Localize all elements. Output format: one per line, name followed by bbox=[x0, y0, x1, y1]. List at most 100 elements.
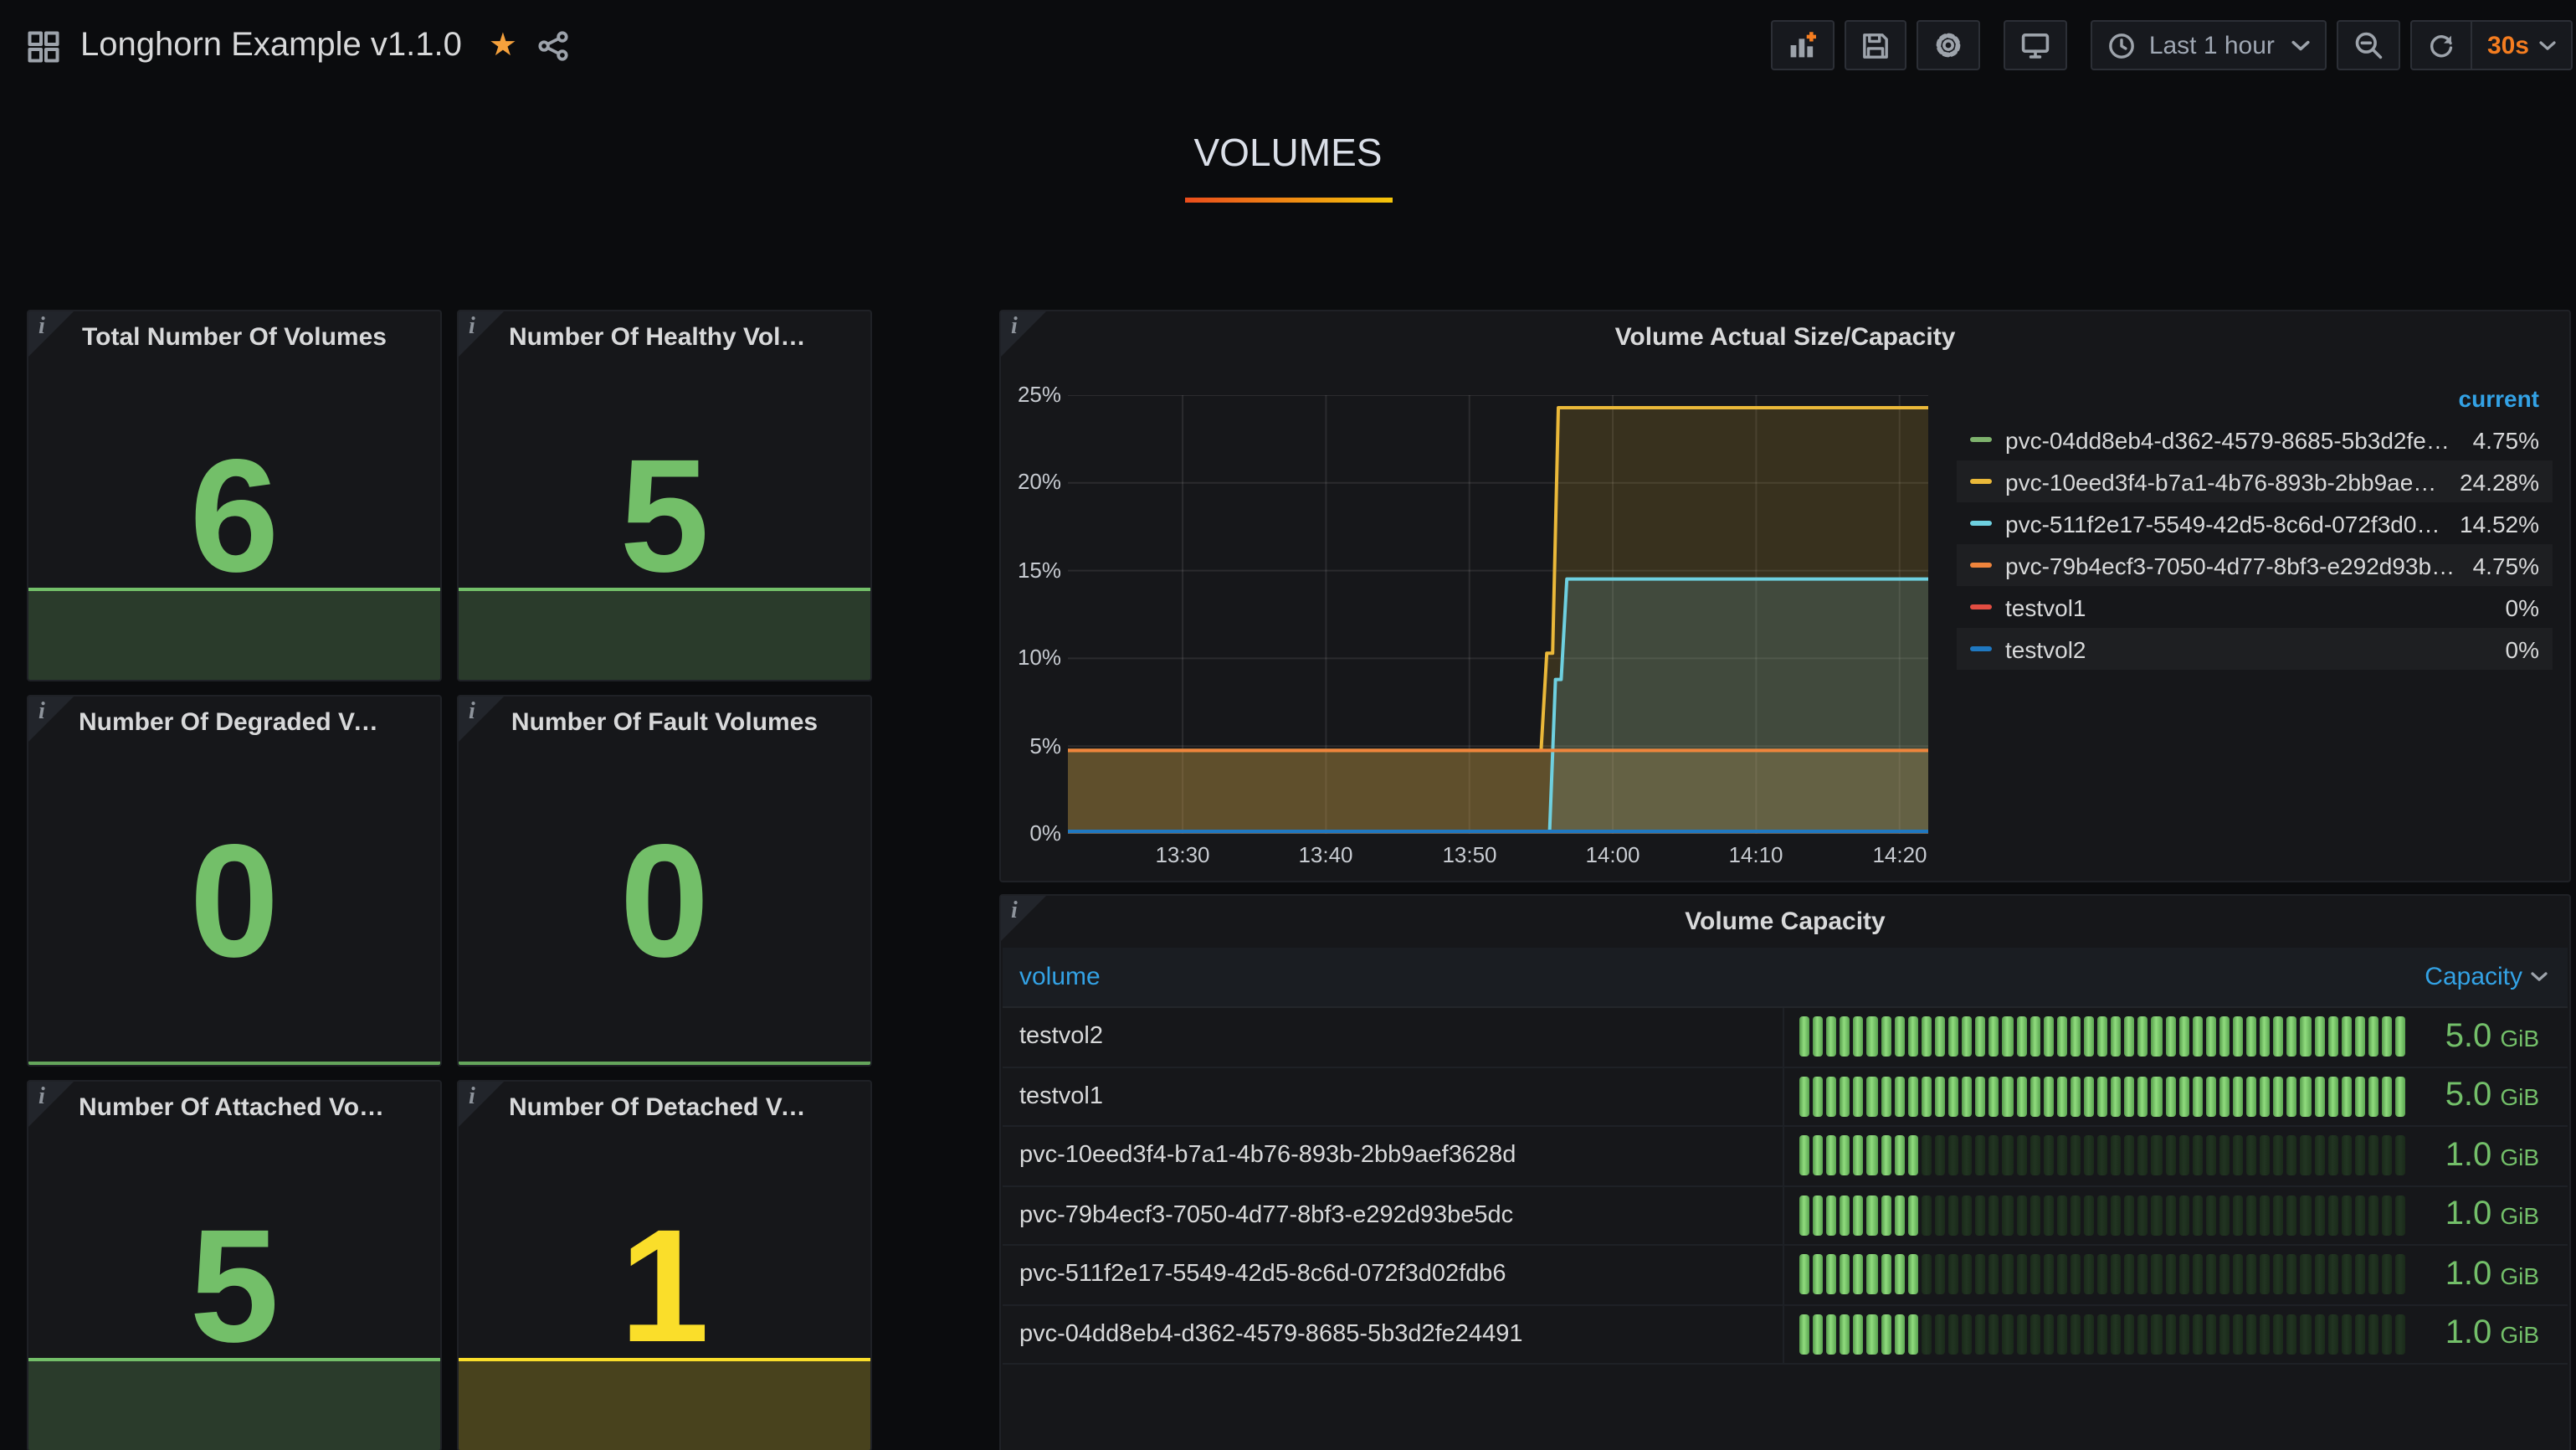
add-panel-button[interactable] bbox=[1771, 20, 1835, 70]
stat-panels-grid: Total Number Of Volumes 6 i Number Of He… bbox=[27, 310, 872, 1450]
panel-info-icon[interactable]: i bbox=[1001, 311, 1046, 357]
row-title[interactable]: VOLUMES bbox=[1194, 131, 1383, 176]
apps-grid-icon[interactable] bbox=[27, 29, 60, 63]
share-icon[interactable] bbox=[537, 30, 569, 62]
panel-info-icon[interactable]: i bbox=[28, 311, 74, 357]
x-axis-tick: 13:50 bbox=[1416, 842, 1523, 867]
time-series-chart[interactable] bbox=[1068, 395, 1928, 834]
y-axis-tick: 20% bbox=[1006, 469, 1061, 494]
column-header-label: Capacity bbox=[2425, 963, 2522, 991]
x-axis-tick: 13:30 bbox=[1129, 842, 1236, 867]
series-color-dash bbox=[1970, 437, 1992, 442]
panel-title[interactable]: Number Of Detached Volumes… bbox=[509, 1093, 820, 1122]
settings-gear-icon[interactable] bbox=[1917, 20, 1980, 70]
panel-title[interactable]: Volume Actual Size/Capacity bbox=[1051, 323, 2519, 352]
panel-info-icon[interactable]: i bbox=[28, 697, 74, 742]
x-axis-tick: 13:40 bbox=[1272, 842, 1379, 867]
legend-item: pvc-79b4ecf3-7050-4d77-8bf3-e292d93be5dc… bbox=[1957, 544, 2553, 586]
y-axis-tick: 5% bbox=[1006, 733, 1061, 758]
refresh-button[interactable] bbox=[2412, 22, 2471, 69]
column-header-volume[interactable]: volume bbox=[1003, 963, 1783, 991]
y-axis-tick: 15% bbox=[1006, 558, 1061, 583]
volume-name: pvc-511f2e17-5549-42d5-8c6d-072f3d02fdb6 bbox=[1003, 1262, 1783, 1288]
series-current-value: 4.75% bbox=[2473, 426, 2539, 453]
stat-panel-attached-volumes: Number Of Attached Volumes 5 i bbox=[27, 1080, 442, 1450]
y-axis-tick: 0% bbox=[1006, 820, 1061, 846]
save-dashboard-button[interactable] bbox=[1845, 20, 1906, 70]
chevron-down-icon bbox=[2539, 39, 2556, 51]
sparkline bbox=[459, 1062, 870, 1065]
legend-item: pvc-511f2e17-5549-42d5-8c6d-072f3d02fdb6… bbox=[1957, 502, 2553, 544]
x-axis-tick: 14:20 bbox=[1846, 842, 1953, 867]
volume-name: pvc-04dd8eb4-d362-4579-8685-5b3d2fe24491 bbox=[1003, 1321, 1783, 1348]
sparkline bbox=[28, 1062, 440, 1065]
panel-info-icon[interactable]: i bbox=[459, 311, 504, 357]
series-color-dash bbox=[1970, 479, 1992, 484]
stat-panel-degraded-volumes: Number Of Degraded Volumes… 0 i bbox=[27, 695, 442, 1067]
tv-mode-button[interactable] bbox=[2004, 20, 2067, 70]
volume-name: pvc-79b4ecf3-7050-4d77-8bf3-e292d93be5dc bbox=[1003, 1202, 1783, 1229]
table-header-row: volume Capacity bbox=[1003, 948, 2568, 1008]
capacity-value: 1.0GiB bbox=[2405, 1256, 2568, 1294]
stat-value: 5 bbox=[190, 1207, 280, 1368]
sort-chevron-icon bbox=[2531, 971, 2548, 983]
panel-title[interactable]: Number Of Degraded Volumes… bbox=[79, 708, 390, 737]
panel-title[interactable]: Number Of Attached Volumes bbox=[79, 1093, 390, 1122]
series-name[interactable]: pvc-04dd8eb4-d362-4579-8685-5b3d2fe24491 bbox=[2005, 426, 2456, 453]
star-icon[interactable]: ★ bbox=[489, 30, 517, 62]
capacity-value: 1.0GiB bbox=[2405, 1137, 2568, 1175]
volume-name: pvc-10eed3f4-b7a1-4b76-893b-2bb9aef3628d bbox=[1003, 1143, 1783, 1170]
capacity-gauge bbox=[1799, 1136, 2405, 1176]
series-current-value: 14.52% bbox=[2460, 510, 2539, 537]
series-name[interactable]: pvc-10eed3f4-b7a1-4b76-893b-2bb9aef3628d bbox=[2005, 468, 2443, 495]
capacity-gauge bbox=[1799, 1077, 2405, 1117]
graph-panel-volume-size-capacity: Volume Actual Size/Capacity 0% 5% 10% 15… bbox=[999, 310, 2571, 882]
dashboard-title[interactable]: Longhorn Example v1.1.0 bbox=[80, 27, 462, 65]
panel-title[interactable]: Number Of Healthy Volumes bbox=[509, 323, 820, 352]
panel-info-icon[interactable]: i bbox=[459, 697, 504, 742]
stat-value: 0 bbox=[620, 822, 710, 983]
series-color-dash bbox=[1970, 563, 1992, 568]
series-current-value: 0% bbox=[2506, 594, 2539, 620]
stat-value: 0 bbox=[190, 822, 280, 983]
table-panel-volume-capacity: Volume Capacity volume Capacity testvol2… bbox=[999, 894, 2571, 1450]
refresh-interval-dropdown[interactable]: 30s bbox=[2471, 22, 2571, 69]
x-axis-tick: 14:00 bbox=[1559, 842, 1666, 867]
chevron-down-icon bbox=[2291, 39, 2310, 51]
chart-legend: current pvc-04dd8eb4-d362-4579-8685-5b3d… bbox=[1957, 385, 2553, 670]
sparkline bbox=[28, 1358, 440, 1450]
series-color-dash bbox=[1970, 604, 1992, 609]
row-underline bbox=[1184, 198, 1392, 203]
time-picker-button[interactable]: Last 1 hour bbox=[2092, 22, 2325, 69]
series-current-value: 0% bbox=[2506, 635, 2539, 662]
clock-icon bbox=[2107, 31, 2136, 59]
stat-value: 1 bbox=[620, 1207, 710, 1368]
grafana-dashboard: Longhorn Example v1.1.0 ★ Last 1 bbox=[0, 0, 2576, 1450]
legend-item: pvc-10eed3f4-b7a1-4b76-893b-2bb9aef3628d… bbox=[1957, 460, 2553, 502]
zoom-out-button[interactable] bbox=[2337, 20, 2400, 70]
time-picker[interactable]: Last 1 hour bbox=[2091, 20, 2327, 70]
stat-panel-total-volumes: Total Number Of Volumes 6 i bbox=[27, 310, 442, 681]
panel-info-icon[interactable]: i bbox=[28, 1082, 74, 1127]
series-name[interactable]: testvol2 bbox=[2005, 635, 2489, 662]
table-row: pvc-10eed3f4-b7a1-4b76-893b-2bb9aef3628d… bbox=[1003, 1127, 2568, 1186]
y-axis-tick: 25% bbox=[1006, 382, 1061, 407]
panel-title[interactable]: Number Of Fault Volumes bbox=[509, 708, 820, 737]
series-name[interactable]: pvc-511f2e17-5549-42d5-8c6d-072f3d02fdb6 bbox=[2005, 510, 2443, 537]
panel-title[interactable]: Volume Capacity bbox=[1051, 908, 2519, 936]
table-row: pvc-04dd8eb4-d362-4579-8685-5b3d2fe24491… bbox=[1003, 1305, 2568, 1365]
capacity-value: 1.0GiB bbox=[2405, 1315, 2568, 1354]
series-name[interactable]: testvol1 bbox=[2005, 594, 2489, 620]
panel-info-icon[interactable]: i bbox=[1001, 896, 1046, 941]
column-header-capacity[interactable]: Capacity bbox=[1783, 963, 2568, 991]
capacity-value: 5.0GiB bbox=[2405, 1077, 2568, 1116]
panel-title[interactable]: Total Number Of Volumes bbox=[79, 323, 390, 352]
legend-column-current[interactable]: current bbox=[1957, 385, 2553, 419]
table-body: testvol2 5.0GiB testvol1 5.0GiB pvc-10ee… bbox=[1003, 1008, 2568, 1365]
stat-panel-detached-volumes: Number Of Detached Volumes… 1 i bbox=[457, 1080, 872, 1450]
capacity-value: 1.0GiB bbox=[2405, 1196, 2568, 1235]
series-name[interactable]: pvc-79b4ecf3-7050-4d77-8bf3-e292d93be5dc bbox=[2005, 552, 2456, 578]
panel-info-icon[interactable]: i bbox=[459, 1082, 504, 1127]
sparkline bbox=[459, 1358, 870, 1450]
series-color-dash bbox=[1970, 521, 1992, 526]
